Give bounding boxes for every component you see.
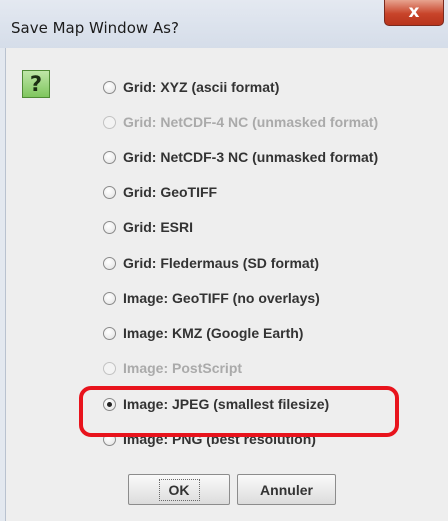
cancel-button[interactable]: Annuler [237, 474, 336, 505]
option-label: Grid: XYZ (ascii format) [123, 79, 280, 95]
option-label: Image: PostScript [123, 360, 243, 376]
title-bar[interactable]: Save Map Window As? x [0, 0, 448, 49]
option-label: Image: KMZ (Google Earth) [123, 325, 304, 341]
option-grid-fledermaus[interactable]: Grid: Fledermaus (SD format) [103, 252, 319, 274]
radio-icon[interactable] [103, 291, 116, 305]
option-grid-netcdf3[interactable]: Grid: NetCDF-3 NC (unmasked format) [103, 146, 378, 168]
radio-icon[interactable] [103, 220, 116, 234]
highlight-annotation [79, 386, 399, 437]
question-icon: ? [22, 70, 50, 98]
option-image-postscript: Image: PostScript [103, 357, 242, 379]
radio-icon [103, 361, 116, 375]
option-label: Grid: NetCDF-3 NC (unmasked format) [123, 149, 379, 165]
option-label: Grid: GeoTIFF [123, 184, 218, 200]
option-grid-geotiff[interactable]: Grid: GeoTIFF [103, 181, 217, 203]
radio-icon[interactable] [103, 326, 116, 340]
ok-button[interactable]: OK [128, 474, 230, 505]
radio-icon[interactable] [103, 185, 116, 199]
option-label: Grid: NetCDF-4 NC (unmasked format) [123, 114, 379, 130]
option-image-geotiff[interactable]: Image: GeoTIFF (no overlays) [103, 287, 320, 309]
option-label: Image: GeoTIFF (no overlays) [123, 290, 320, 306]
radio-icon[interactable] [103, 150, 116, 164]
option-grid-netcdf4: Grid: NetCDF-4 NC (unmasked format) [103, 111, 378, 133]
radio-icon[interactable] [103, 256, 116, 270]
option-image-kmz[interactable]: Image: KMZ (Google Earth) [103, 322, 303, 344]
radio-icon [103, 115, 116, 129]
save-map-dialog: Save Map Window As? x ? Grid: XYZ (ascii… [0, 0, 448, 521]
option-grid-xyz[interactable]: Grid: XYZ (ascii format) [103, 76, 279, 98]
option-label: Grid: Fledermaus (SD format) [123, 255, 320, 271]
window-title: Save Map Window As? [11, 19, 179, 37]
close-button[interactable]: x [384, 0, 444, 26]
option-grid-esri[interactable]: Grid: ESRI [103, 216, 193, 238]
radio-icon[interactable] [103, 80, 116, 94]
option-label: Grid: ESRI [123, 219, 194, 235]
close-icon: x [408, 2, 420, 22]
